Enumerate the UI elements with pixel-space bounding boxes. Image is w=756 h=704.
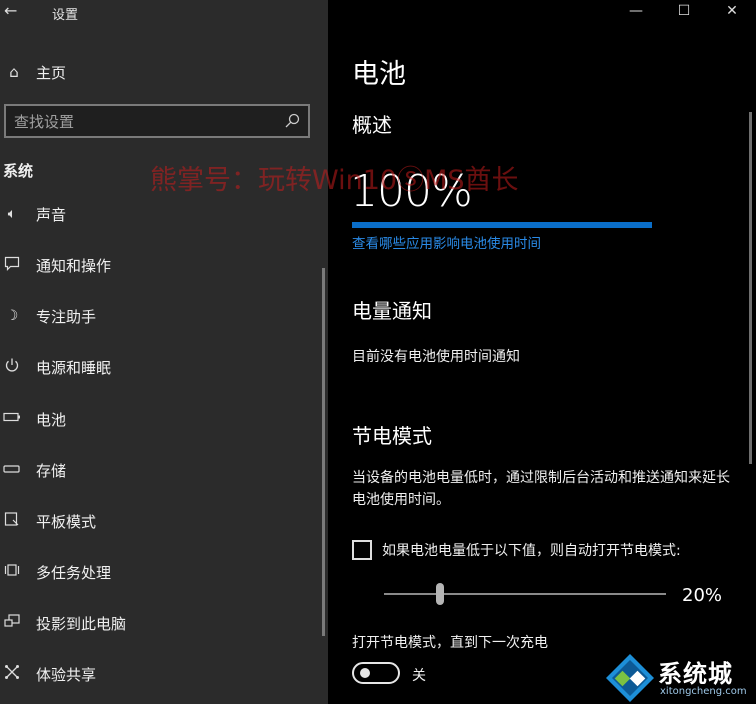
watermark-text: 熊掌号：玩转Win10ⓈMS酋长: [150, 165, 519, 196]
sidebar-item-multitasking[interactable]: 多任务处理: [0, 552, 320, 592]
logo-url: xitongcheng.com: [660, 686, 747, 697]
speaker-icon: 🔈︎: [7, 206, 17, 222]
home-icon: ⌂: [9, 63, 19, 81]
section-label-system: 系统: [3, 162, 34, 180]
window-controls: — ☐ ✕: [612, 0, 756, 24]
toggle-knob: [360, 668, 370, 678]
sidebar-item-label: 通知和操作: [36, 256, 112, 275]
battery-saver-description: 当设备的电池电量低时，通过限制后台活动和推送通知来延长电池使用时间。: [352, 470, 730, 508]
sidebar-item-tablet-mode[interactable]: 平板模式: [0, 501, 320, 541]
tablet-icon: [0, 511, 24, 531]
sidebar-item-label: 多任务处理: [36, 563, 112, 582]
auto-saver-checkbox[interactable]: [352, 540, 372, 560]
multitask-icon: [0, 562, 24, 582]
sidebar-item-notifications[interactable]: 通知和操作: [0, 245, 320, 285]
home-nav-item[interactable]: ⌂ 主页: [0, 56, 328, 88]
threshold-value: 20%: [682, 585, 723, 606]
logo-name: 系统城: [658, 660, 733, 688]
battery-progress-bar: [352, 222, 652, 228]
sidebar-item-project[interactable]: 投影到此电脑: [0, 603, 320, 643]
sidebar-item-shared-experiences[interactable]: 体验共享: [0, 654, 320, 694]
sidebar-item-label: 专注助手: [36, 307, 97, 326]
sidebar: ← 设置 ⌂ 主页 系统 🔈︎ 声音 通知和操作 ☽ 专注助手 电源和睡眠: [0, 0, 328, 704]
message-icon: [0, 255, 24, 275]
sidebar-item-focus-assist[interactable]: ☽ 专注助手: [0, 296, 320, 336]
storage-icon: [0, 462, 24, 478]
home-label: 主页: [36, 63, 67, 82]
battery-saver-heading: 节电模式: [352, 424, 432, 448]
sidebar-item-battery[interactable]: 电池: [0, 399, 320, 439]
notify-text: 目前没有电池使用时间通知: [352, 349, 520, 365]
sidebar-item-label: 声音: [36, 205, 67, 224]
minimize-button[interactable]: —: [612, 0, 660, 22]
search-input[interactable]: [14, 112, 274, 132]
maximize-button[interactable]: ☐: [660, 0, 708, 22]
battery-saver-toggle[interactable]: [352, 662, 400, 684]
search-box[interactable]: [4, 104, 310, 138]
power-icon: [0, 357, 24, 377]
main-scrollbar[interactable]: [749, 112, 752, 464]
toggle-state-label: 关: [412, 668, 426, 684]
sidebar-item-label: 存储: [36, 461, 67, 480]
sidebar-item-label: 体验共享: [36, 665, 97, 684]
title-bar: ← 设置: [0, 0, 328, 24]
slider-track: [384, 593, 666, 595]
battery-icon: [0, 411, 24, 427]
until-charge-label: 打开节电模式，直到下一次充电: [352, 635, 548, 651]
sidebar-item-label: 电池: [36, 410, 67, 429]
sidebar-item-label: 平板模式: [36, 512, 97, 531]
sidebar-item-label: 电源和睡眠: [36, 358, 112, 377]
search-icon[interactable]: [284, 113, 300, 129]
moon-icon: ☽: [5, 308, 19, 324]
battery-usage-link[interactable]: 查看哪些应用影响电池使用时间: [352, 232, 541, 252]
battery-progress-fill: [352, 222, 652, 228]
back-arrow-icon[interactable]: ←: [4, 0, 24, 22]
main-pane: — ☐ ✕ 电池 概述 100% 查看哪些应用影响电池使用时间 电量通知 目前没…: [328, 0, 756, 704]
notify-heading: 电量通知: [352, 299, 432, 323]
site-logo: 系统城 xitongcheng.com: [604, 650, 754, 704]
overview-heading: 概述: [352, 113, 392, 137]
auto-saver-label: 如果电池电量低于以下值，则自动打开节电模式:: [382, 543, 681, 559]
sidebar-item-sound[interactable]: 🔈︎ 声音: [0, 194, 320, 234]
slider-thumb[interactable]: [436, 583, 445, 605]
project-icon: [0, 613, 24, 633]
sidebar-item-label: 投影到此电脑: [36, 614, 127, 633]
sidebar-item-power-sleep[interactable]: 电源和睡眠: [0, 347, 320, 387]
diamond-logo-icon: [606, 654, 654, 702]
sidebar-item-storage[interactable]: 存储: [0, 450, 320, 490]
auto-saver-option[interactable]: 如果电池电量低于以下值，则自动打开节电模式:: [352, 540, 681, 560]
close-button[interactable]: ✕: [708, 0, 756, 22]
sidebar-scrollbar[interactable]: [322, 268, 325, 636]
threshold-slider[interactable]: [384, 581, 666, 607]
share-icon: [0, 664, 24, 684]
app-title: 设置: [52, 8, 79, 23]
page-title: 电池: [352, 59, 406, 90]
